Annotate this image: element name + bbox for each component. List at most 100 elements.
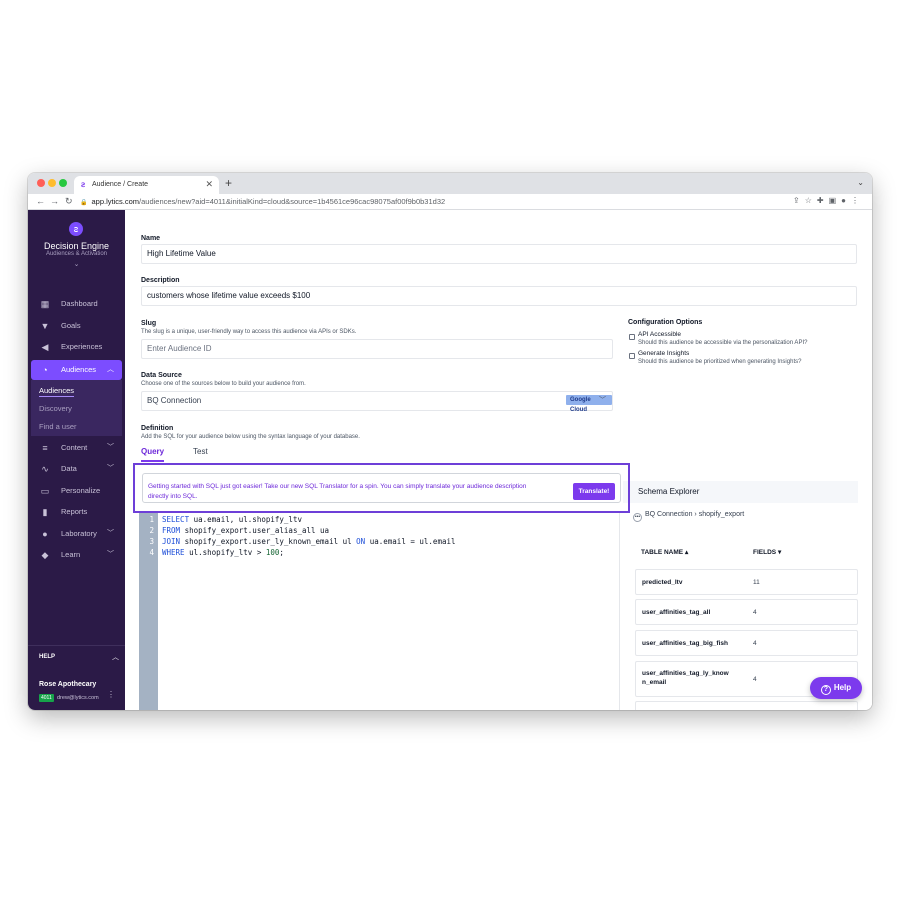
column-label: TABLE NAME [641,549,684,556]
name-input[interactable]: High Lifetime Value [141,244,857,264]
list-icon: ≡ [42,443,48,453]
table-row[interactable]: user_affinities_tag_all 4 [635,599,858,625]
schema-dataset[interactable]: shopify_export [699,511,745,518]
column-label: FIELDS [753,549,777,556]
close-tab-icon[interactable]: ✕ [205,179,213,190]
sidebar-item-experiences[interactable]: ◀ Experiences [31,337,122,357]
description-input[interactable]: customers whose lifetime value exceeds $… [141,286,857,306]
table-row[interactable]: predicted_ltv 11 [635,569,858,595]
sidebar-subitem-discovery[interactable]: Discovery [39,404,72,413]
sidebar: ꙅ Decision Engine Audiences & Activation… [28,210,125,710]
data-source-value: BQ Connection [147,396,202,405]
api-accessible-label: API Accessible [638,331,681,338]
sql-text: ul.shopify_ltv > [184,548,266,557]
code-line: 3 JOIN shopify_export.user_ly_known_emai… [139,536,617,547]
sql-translator-message: Getting started with SQL just got easier… [148,483,527,500]
account-menu-icon[interactable]: ⋮ [107,690,115,699]
definition-label: Definition [141,425,174,432]
fields-column-header[interactable]: FIELDS ▾ [753,548,781,556]
slug-label: Slug [141,320,157,327]
sql-text: ua.email = ul.email [365,537,456,546]
chevron-down-icon[interactable]: ⌄ [28,260,125,268]
table-row[interactable]: user_affinities_tag_big_fish 4 [635,630,858,656]
pie-chart-icon: ◔ [42,365,48,375]
brand-subtitle: Audiences & Activation [45,251,108,257]
sidebar-subitem-audiences[interactable]: Audiences [39,386,75,397]
account-id-badge: 4011 [39,694,54,702]
schema-explorer-header: Schema Explorer [623,481,858,503]
sidebar-item-reports[interactable]: ▮ Reports [31,502,122,522]
sidebar-item-label: Data [61,464,77,473]
question-icon: ? [820,685,831,695]
configuration-options-title: Configuration Options [628,319,703,326]
api-accessible-help: Should this audience be accessible via t… [638,340,808,346]
api-accessible-checkbox[interactable] [629,334,635,340]
chevron-up-icon[interactable]: ︿ [112,652,119,662]
help-divider [28,645,125,646]
back-arrow-icon[interactable]: ← [36,196,45,206]
sidebar-item-goals[interactable]: ▼ Goals [31,316,122,336]
sidebar-item-personalize[interactable]: ▭ Personalize [31,481,122,501]
sql-keyword: FROM [162,526,181,535]
sidebar-item-label: Learn [61,550,81,559]
maximize-window-button[interactable] [59,179,67,187]
browser-toolbar-icons[interactable]: ⇪☆✚▣●⋮ [793,196,864,205]
tab-search-chevron-icon[interactable]: ⌄ [857,178,864,187]
chevron-down-icon: ﹀ [107,551,114,558]
definition-help: Add the SQL for your audience below usin… [141,434,360,440]
lock-icon: 🔒 [80,200,88,206]
tab-test[interactable]: Test [193,447,208,456]
line-number: 3 [149,537,154,546]
table-fields-count: 4 [753,609,757,616]
table-fields-count: 4 [753,640,757,647]
account-name: Rose Apothecary [39,681,97,688]
schema-connection[interactable]: BQ Connection [645,511,692,518]
pulse-icon: ∿ [41,464,49,474]
translate-button[interactable]: Translate! [573,483,615,500]
sql-keyword: SELECT [162,515,190,524]
tab-query[interactable]: Query [141,447,165,462]
code-line: 4 WHERE ul.shopify_ltv > 100; [139,547,617,558]
sidebar-item-dashboard[interactable]: ▦ Dashboard [31,294,122,314]
browser-tab-bar: ꙅ Audience / Create ✕ + ⌄ [28,173,872,194]
table-name: user_affinities_tag_ly_know [642,670,729,677]
new-tab-icon[interactable]: + [225,176,232,190]
sidebar-item-data[interactable]: ∿ Data ﹀ [31,459,122,479]
data-source-label: Data Source [141,372,182,379]
table-fields-count: 11 [753,579,760,586]
table-fields-count: 4 [753,676,757,683]
browser-tab[interactable]: ꙅ Audience / Create ✕ [74,176,219,194]
slug-input[interactable]: Enter Audience ID [141,339,613,359]
sidebar-subitem-find-a-user[interactable]: Find a user [39,422,77,431]
dashboard-icon: ▦ [40,299,50,309]
generate-insights-checkbox[interactable] [629,353,635,359]
table-name-column-header[interactable]: TABLE NAME ▴ [641,548,688,556]
sidebar-item-content[interactable]: ≡ Content ﹀ [31,438,122,458]
chevron-down-icon: ﹀ [107,444,114,451]
line-number: 4 [149,548,154,557]
reload-icon[interactable]: ↻ [65,196,73,207]
decision-engine-logo-icon: ꙅ [69,222,83,236]
sidebar-item-laboratory[interactable]: ● Laboratory ﹀ [31,524,122,544]
description-label: Description [141,277,180,284]
help-button[interactable]: ? Help [810,677,862,699]
megaphone-icon: ◀ [41,342,49,352]
sidebar-item-learn[interactable]: ◆ Learn ﹀ [31,545,122,565]
sql-editor-area[interactable]: 1 SELECT ua.email, ul.shopify_ltv 2 FROM… [139,513,619,710]
forward-arrow-icon[interactable]: → [50,196,59,206]
url-path: /audiences/new?aid=4011&initialKind=clou… [139,197,446,206]
close-window-button[interactable] [37,179,45,187]
chevron-down-icon: ﹀ [599,397,606,404]
url-field[interactable]: 🔒 app.lytics.com/audiences/new?aid=4011&i… [80,196,780,208]
slug-help: The slug is a unique, user-friendly way … [141,329,357,335]
browser-window: ꙅ Audience / Create ✕ + ⌄ ← → ↻ 🔒 app.lyt… [28,173,872,710]
table-row[interactable] [635,701,858,710]
minimize-window-button[interactable] [48,179,56,187]
name-label: Name [141,235,161,242]
database-icon: ••• [633,513,642,522]
lytics-favicon-icon: ꙅ [81,180,86,189]
sidebar-item-audiences[interactable]: ◔ Audiences ︿ [31,360,122,380]
sidebar-item-label: Dashboard [61,299,98,308]
data-source-select[interactable]: BQ Connection Google Cloud ﹀ [141,391,613,413]
sql-keyword: WHERE [162,548,185,557]
